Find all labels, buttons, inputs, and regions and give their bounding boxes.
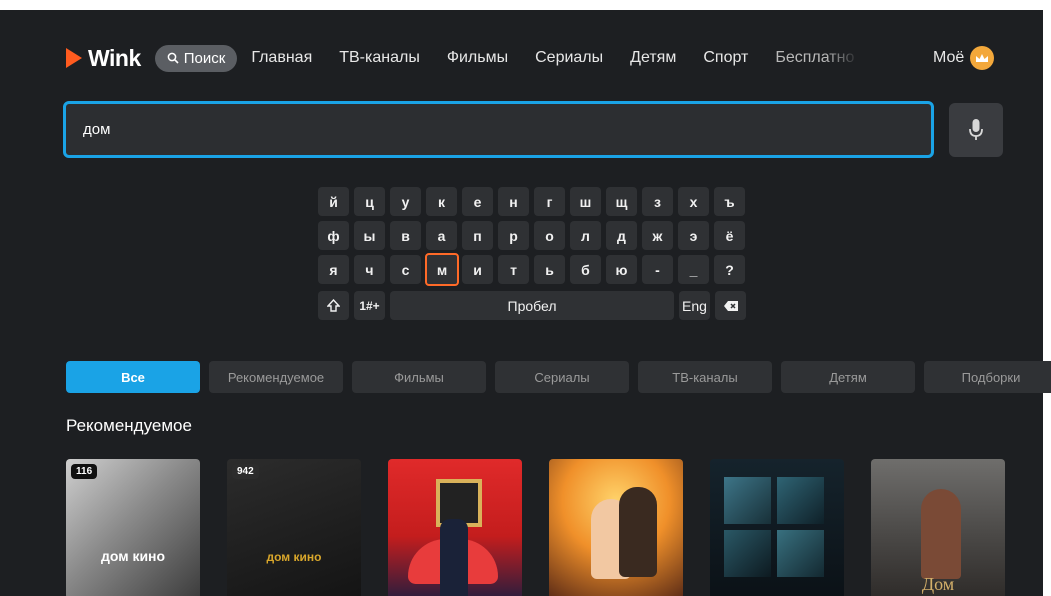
app-screen: Wink Поиск Главная ТВ-каналы Фильмы Сери… [0,0,1051,596]
key[interactable]: и [462,255,493,284]
channel-card[interactable]: 942 дом кино [227,459,361,596]
channel-card[interactable]: 116 дом кино [66,459,200,596]
key[interactable]: к [426,187,457,216]
key[interactable]: ф [318,221,349,250]
nav-item-mine[interactable]: Моё [933,40,995,76]
key[interactable]: п [462,221,493,250]
poster-figure [440,519,468,596]
microphone-icon [969,119,983,140]
symbols-key[interactable]: 1#+ [354,291,385,320]
shift-icon [327,299,340,312]
key[interactable]: й [318,187,349,216]
key[interactable]: р [498,221,529,250]
keyboard-row-4: 1#+ Пробел Eng [318,291,751,320]
key[interactable]: ё [714,221,745,250]
key[interactable]: г [534,187,565,216]
key[interactable]: д [606,221,637,250]
top-band [0,0,1051,10]
voice-search-button[interactable] [949,103,1003,157]
poster-card[interactable] [710,459,844,596]
nav-item-home[interactable]: Главная [251,49,312,67]
key[interactable]: о [534,221,565,250]
poster-title: Дом [921,574,955,594]
key[interactable]: ж [642,221,673,250]
tab-collections[interactable]: Подборки [924,361,1051,393]
space-key[interactable]: Пробел [390,291,674,320]
tab-series[interactable]: Сериалы [495,361,629,393]
on-screen-keyboard: й ц у к е н г ш щ з х ъ ф ы в а п р о л … [318,187,751,325]
tab-tv-channels[interactable]: ТВ-каналы [638,361,772,393]
nav-item-movies[interactable]: Фильмы [447,49,508,67]
search-icon [167,52,179,64]
key[interactable]: э [678,221,709,250]
nav-item-tv-channels[interactable]: ТВ-каналы [339,49,420,67]
channel-number-badge: 942 [232,464,259,479]
channel-logo-text: дом кино [266,550,322,564]
key[interactable]: ? [714,255,745,284]
key[interactable]: ь [534,255,565,284]
crown-icon [970,46,995,70]
shift-key[interactable] [318,291,349,320]
key[interactable]: х [678,187,709,216]
key[interactable]: ч [354,255,385,284]
section-title: Рекомендуемое [66,416,192,435]
keyboard-row-1: й ц у к е н г ш щ з х ъ [318,187,751,216]
key[interactable]: я [318,255,349,284]
wink-logo-icon [66,48,82,68]
poster-card[interactable]: Дом [871,459,1005,596]
right-band [1043,0,1051,596]
nav-item-series[interactable]: Сериалы [535,49,603,67]
key[interactable]: ц [354,187,385,216]
key[interactable]: ъ [714,187,745,216]
search-input[interactable]: дом [63,101,934,158]
tab-all[interactable]: Все [66,361,200,393]
key[interactable]: _ [678,255,709,284]
key[interactable]: у [390,187,421,216]
poster-figure [619,487,657,577]
nav-search-label: Поиск [183,49,226,67]
keyboard-row-2: ф ы в а п р о л д ж э ё [318,221,751,250]
key[interactable]: н [498,187,529,216]
keyboard-row-3: я ч с м и т ь б ю - _ ? [318,253,751,286]
channel-logo-text: дом кино [100,548,166,564]
filter-tabs: Все Рекомендуемое Фильмы Сериалы ТВ-кана… [66,361,1051,393]
nav-item-free[interactable]: Бесплатно [775,49,859,67]
top-nav: Wink Поиск Главная ТВ-каналы Фильмы Сери… [66,40,886,76]
nav-item-sport[interactable]: Спорт [703,49,748,67]
key[interactable]: с [390,255,421,284]
key[interactable]: е [462,187,493,216]
key[interactable]: ю [606,255,637,284]
channel-number-badge: 116 [71,464,98,479]
tab-movies[interactable]: Фильмы [352,361,486,393]
key[interactable]: - [642,255,673,284]
key[interactable]: т [498,255,529,284]
wink-logo[interactable]: Wink [66,45,141,72]
backspace-key[interactable] [715,291,746,320]
key[interactable]: а [426,221,457,250]
poster-card[interactable] [549,459,683,596]
backspace-icon [723,300,738,311]
nav-item-kids[interactable]: Детям [630,49,676,67]
tab-recommended[interactable]: Рекомендуемое [209,361,343,393]
key[interactable]: щ [606,187,637,216]
key[interactable]: ы [354,221,385,250]
key[interactable]: з [642,187,673,216]
key[interactable]: л [570,221,601,250]
results-row: 116 дом кино 942 дом кино Дом [66,459,1032,596]
key-selected[interactable]: м [425,253,459,286]
nav-search-button[interactable]: Поиск [154,44,238,72]
poster-window [724,477,824,577]
nav-mine-label: Моё [933,49,965,66]
logo-text: Wink [88,44,141,71]
poster-card[interactable] [388,459,522,596]
language-key[interactable]: Eng [679,291,710,320]
tab-kids[interactable]: Детям [781,361,915,393]
key[interactable]: ш [570,187,601,216]
poster-figure [921,489,961,579]
key[interactable]: б [570,255,601,284]
key[interactable]: в [390,221,421,250]
